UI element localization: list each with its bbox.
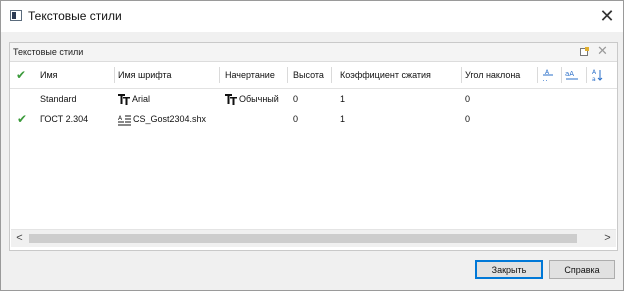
svg-text:A: A xyxy=(118,115,123,122)
cell-oblique: 0 xyxy=(465,114,471,124)
scroll-left-button[interactable]: < xyxy=(11,230,28,247)
svg-text:aA: aA xyxy=(565,70,574,78)
style-text: Обычный xyxy=(239,94,279,104)
table-row[interactable]: Standard Arial Обычный 0 1 0 xyxy=(10,89,617,109)
backwards-icon[interactable]: aA xyxy=(565,69,579,81)
window-close-button[interactable]: ✕ xyxy=(591,1,623,32)
panel-title: Текстовые стили xyxy=(13,47,84,57)
checkmark-icon: ✔ xyxy=(16,68,27,82)
svg-text:A: A xyxy=(542,78,547,81)
font-name-text: Arial xyxy=(132,94,151,104)
vertical-text-icon[interactable]: A a xyxy=(591,68,603,82)
scroll-right-button[interactable]: > xyxy=(599,230,616,247)
column-oblique-angle[interactable]: Угол наклона xyxy=(465,62,520,88)
scrollbar-thumb[interactable] xyxy=(29,234,577,243)
close-button[interactable]: Закрыть xyxy=(475,260,543,279)
cell-font: Arial xyxy=(118,89,150,109)
truetype-font-icon xyxy=(118,94,130,106)
svg-text:A: A xyxy=(592,69,597,76)
panel-header: Текстовые стили ✕ xyxy=(10,43,617,62)
cell-style: Обычный xyxy=(225,89,279,109)
app-icon xyxy=(10,10,22,21)
cell-name: Standard xyxy=(40,94,77,104)
cell-height: 0 xyxy=(293,94,299,104)
current-style-checkmark-icon: ✔ xyxy=(17,112,28,126)
table-row[interactable]: ✔ ГОСТ 2.304 A CS_Gost2304.shx 0 1 0 xyxy=(10,109,617,129)
title-bar: Текстовые стили ✕ xyxy=(1,1,623,32)
new-style-icon[interactable] xyxy=(580,47,589,56)
text-styles-panel: Текстовые стили ✕ ✔ Имя Имя шрифта Начер… xyxy=(9,42,618,251)
table-header: ✔ Имя Имя шрифта Начертание Высота Коэфф… xyxy=(10,62,617,89)
upside-down-icon[interactable]: A A xyxy=(542,69,554,81)
column-name[interactable]: Имя xyxy=(40,62,58,88)
svg-text:a: a xyxy=(592,76,596,82)
window-title: Текстовые стили xyxy=(28,9,122,23)
help-button[interactable]: Справка xyxy=(549,260,615,279)
column-width-factor[interactable]: Коэффициент сжатия xyxy=(340,62,431,88)
panel-close-button[interactable]: ✕ xyxy=(597,44,608,58)
cell-oblique: 0 xyxy=(465,94,471,104)
truetype-style-icon xyxy=(225,94,237,106)
cell-width-factor: 1 xyxy=(340,114,346,124)
horizontal-scrollbar[interactable]: < > xyxy=(11,229,616,247)
cell-height: 0 xyxy=(293,114,299,124)
shx-font-icon: A xyxy=(118,115,131,126)
column-style[interactable]: Начертание xyxy=(225,62,275,88)
column-height[interactable]: Высота xyxy=(293,62,324,88)
cell-font: A CS_Gost2304.shx xyxy=(118,109,206,129)
dialog-window: Текстовые стили ✕ Текстовые стили ✕ ✔ Им… xyxy=(0,0,624,291)
cell-name: ГОСТ 2.304 xyxy=(40,114,89,124)
column-font-name[interactable]: Имя шрифта xyxy=(118,62,172,88)
cell-width-factor: 1 xyxy=(340,94,346,104)
font-name-text: CS_Gost2304.shx xyxy=(133,114,207,124)
